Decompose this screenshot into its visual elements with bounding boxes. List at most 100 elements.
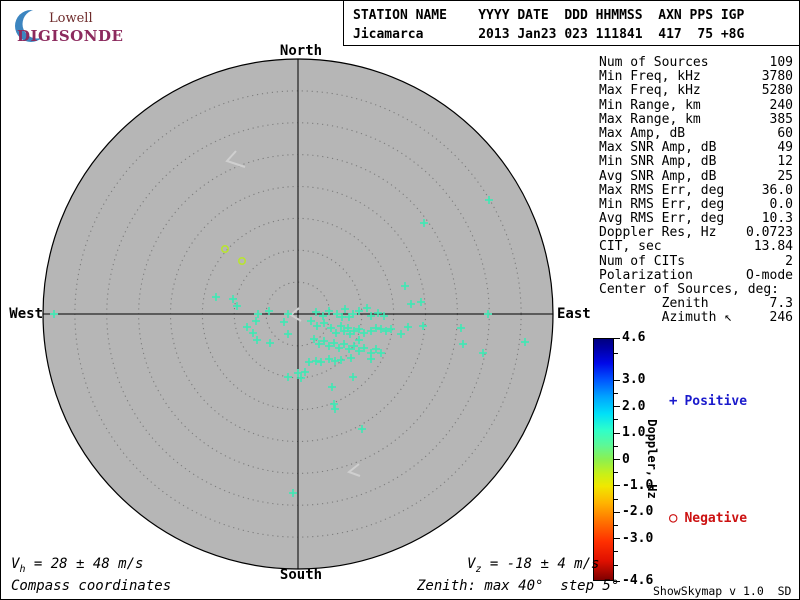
legend-positive-label: Positive <box>684 394 747 409</box>
colorbar-tick-label: 2.0 <box>622 400 645 414</box>
compass-label-north: North <box>271 43 331 59</box>
station-header-values: Jicamarca 2013 Jan23 023 111841 417 75 +… <box>353 27 744 42</box>
showskymap-window: Lowell DIGISONDE STATION NAME YYYY DATE … <box>0 0 800 600</box>
colorbar-tick <box>614 459 620 460</box>
colorbar-tick <box>614 393 618 394</box>
stats-label: Doppler Res, Hz <box>599 226 716 240</box>
stats-label: Avg SNR Amp, dB <box>599 170 716 184</box>
stats-row: Azimuth ↖ 246 <box>599 311 793 325</box>
station-header: STATION NAME YYYY DATE DDD HHMMSS AXN PP… <box>353 6 744 44</box>
colorbar-tick <box>614 446 618 447</box>
stats-value: 3780 <box>762 70 793 84</box>
stats-label: Min Range, km <box>599 99 701 113</box>
colorbar-tick <box>614 512 620 513</box>
stats-value: 246 <box>770 311 793 325</box>
stats-row: Avg RMS Err, deg 10.3 <box>599 212 793 226</box>
stats-row: Zenith 7.3 <box>599 297 793 311</box>
colorbar-tick-label: -3.0 <box>622 532 653 546</box>
doppler-colorbar <box>593 338 614 581</box>
logo-digisonde-text: DIGISONDE <box>17 27 123 45</box>
stats-label: Num of Sources <box>599 56 709 70</box>
version-credit: ShowSkymap v 1.0 SD v 4.2 <box>653 584 800 598</box>
colorbar-tick <box>614 551 618 552</box>
colorbar-tick-label: 0 <box>622 453 630 467</box>
colorbar-tick-label: -4.6 <box>622 574 653 588</box>
compass-label-west: West <box>7 306 43 322</box>
stats-value: 10.3 <box>762 212 793 226</box>
header-divider-vertical <box>343 1 344 45</box>
stats-label: Max Amp, dB <box>599 127 685 141</box>
stats-value: 12 <box>777 155 793 169</box>
stats-value: 13.84 <box>754 240 793 254</box>
colorbar-tick-label: 4.6 <box>622 331 645 345</box>
header-divider-horizontal <box>343 45 800 46</box>
colorbar-title: Doppler, Hz <box>645 399 659 519</box>
stats-value: O-mode <box>746 269 793 283</box>
stats-row: Max Freq, kHz 5280 <box>599 84 793 98</box>
stats-row: Min Range, km 240 <box>599 99 793 113</box>
stats-row: Max RMS Err, deg 36.0 <box>599 184 793 198</box>
vz-value: = -18 ± 4 m/s <box>481 556 599 572</box>
colorbar-tick <box>614 433 620 434</box>
legend-negative-label: Negative <box>684 511 747 526</box>
stats-label: Max Range, km <box>599 113 701 127</box>
plus-marker-icon: + <box>669 393 677 409</box>
stats-label: Num of CITs <box>599 255 685 269</box>
stats-row: Min SNR Amp, dB 12 <box>599 155 793 169</box>
stats-label: Avg RMS Err, deg <box>599 212 724 226</box>
stats-row: Polarization O-mode <box>599 269 793 283</box>
stats-row: Num of Sources 109 <box>599 56 793 70</box>
stats-value: 36.0 <box>762 184 793 198</box>
stats-value: 0.0723 <box>746 226 793 240</box>
stats-row: Min RMS Err, deg 0.0 <box>599 198 793 212</box>
circle-marker-icon: ○ <box>669 510 677 526</box>
stats-label: Min RMS Err, deg <box>599 198 724 212</box>
stats-label: Polarization <box>599 269 693 283</box>
station-header-columns: STATION NAME YYYY DATE DDD HHMMSS AXN PP… <box>353 8 744 23</box>
stats-value: 0.0 <box>770 198 793 212</box>
digisonde-logo: Lowell DIGISONDE <box>11 5 141 49</box>
stats-value: 2 <box>785 255 793 269</box>
stats-label: Max SNR Amp, dB <box>599 141 716 155</box>
vertical-velocity-readout: Vz = -18 ± 4 m/s <box>467 556 599 575</box>
colorbar-tick-label: 1.0 <box>622 426 645 440</box>
stats-row: Min Freq, kHz 3780 <box>599 70 793 84</box>
colorbar-tick <box>614 380 620 381</box>
stats-label: Max Freq, kHz <box>599 84 701 98</box>
colorbar-tick <box>614 406 620 407</box>
colorbar-tick <box>614 485 620 486</box>
stats-row: CIT, sec 13.84 <box>599 240 793 254</box>
legend-positive: + Positive <box>669 393 747 409</box>
stats-row: Center of Sources, deg: <box>599 283 793 297</box>
compass-label-south: South <box>271 567 331 583</box>
stats-label: CIT, sec <box>599 240 662 254</box>
colorbar-tick <box>614 565 618 566</box>
colorbar-tick <box>614 419 618 420</box>
colorbar-tick <box>614 525 618 526</box>
compass-label-east: East <box>557 306 597 322</box>
stats-row: Max Range, km 385 <box>599 113 793 127</box>
stats-value: 109 <box>770 56 793 70</box>
vh-value: = 28 ± 48 m/s <box>25 556 143 572</box>
stats-label: Min Freq, kHz <box>599 70 701 84</box>
stats-panel: Num of Sources109Min Freq, kHz3780Max Fr… <box>599 56 793 326</box>
stats-value: 385 <box>770 113 793 127</box>
legend-negative: ○ Negative <box>669 510 747 526</box>
stats-value: 5280 <box>762 84 793 98</box>
colorbar-tick <box>614 499 618 500</box>
stats-value: 7.3 <box>770 297 793 311</box>
stats-label: Zenith <box>599 297 709 311</box>
colorbar-tick-label: 3.0 <box>622 373 645 387</box>
stats-value: 25 <box>777 170 793 184</box>
stats-label: Max RMS Err, deg <box>599 184 724 198</box>
stats-value: 49 <box>777 141 793 155</box>
zenith-scale-note: Zenith: max 40° step 5° <box>417 578 619 594</box>
stats-label: Azimuth ↖ <box>599 311 732 325</box>
stats-value: 240 <box>770 99 793 113</box>
stats-row: Doppler Res, Hz 0.0723 <box>599 226 793 240</box>
colorbar-tick <box>614 338 620 339</box>
stats-row: Avg SNR Amp, dB 25 <box>599 170 793 184</box>
colorbar-tick <box>614 472 618 473</box>
stats-label: Min SNR Amp, dB <box>599 155 716 169</box>
stats-value: 60 <box>777 127 793 141</box>
